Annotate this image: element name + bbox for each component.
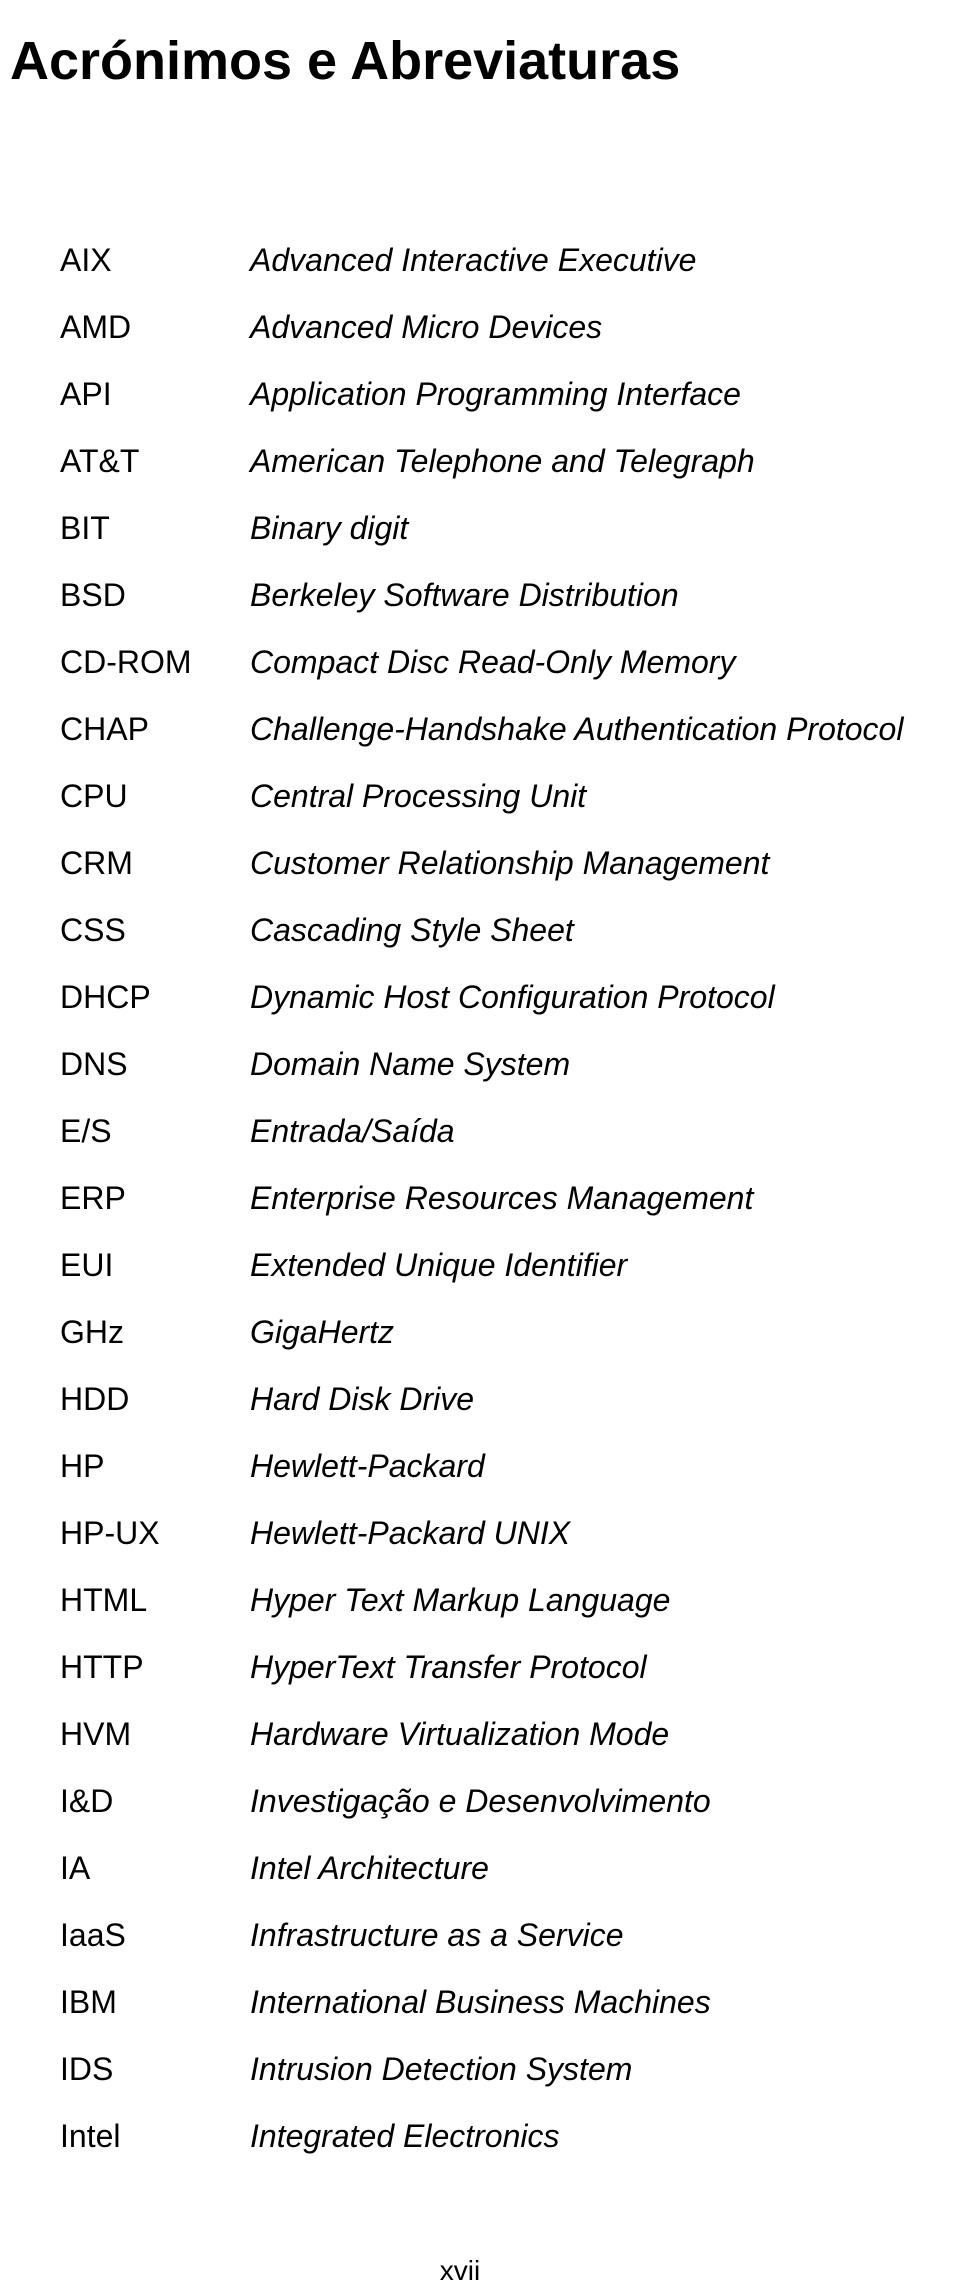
acronym-definition: Challenge-Handshake Authentication Proto… xyxy=(250,711,903,748)
acronym-definition: GigaHertz xyxy=(250,1314,394,1351)
acronym-list: AIXAdvanced Interactive ExecutiveAMDAdva… xyxy=(10,242,960,2155)
acronym-row: E/SEntrada/Saída xyxy=(60,1113,960,1150)
acronym-row: CPUCentral Processing Unit xyxy=(60,778,960,815)
acronym-row: CHAPChallenge-Handshake Authentication P… xyxy=(60,711,960,748)
acronym-definition: Dynamic Host Configuration Protocol xyxy=(250,979,775,1016)
acronym-row: AIXAdvanced Interactive Executive xyxy=(60,242,960,279)
acronym-term: IBM xyxy=(60,1984,250,2021)
acronym-definition: Compact Disc Read-Only Memory xyxy=(250,644,735,681)
acronym-term: HTML xyxy=(60,1582,250,1619)
acronym-term: IDS xyxy=(60,2051,250,2088)
acronym-row: BSDBerkeley Software Distribution xyxy=(60,577,960,614)
acronym-term: HP-UX xyxy=(60,1515,250,1552)
page-number: xvii xyxy=(10,2255,960,2287)
acronym-definition: Application Programming Interface xyxy=(250,376,741,413)
acronym-term: I&D xyxy=(60,1783,250,1820)
acronym-term: AIX xyxy=(60,242,250,279)
acronym-term: E/S xyxy=(60,1113,250,1150)
acronym-definition: Hyper Text Markup Language xyxy=(250,1582,670,1619)
acronym-term: HVM xyxy=(60,1716,250,1753)
acronym-definition: Binary digit xyxy=(250,510,408,547)
acronym-row: DNSDomain Name System xyxy=(60,1046,960,1083)
acronym-definition: Intel Architecture xyxy=(250,1850,489,1887)
acronym-definition: Extended Unique Identifier xyxy=(250,1247,627,1284)
acronym-term: CHAP xyxy=(60,711,250,748)
acronym-definition: Entrada/Saída xyxy=(250,1113,455,1150)
acronym-term: API xyxy=(60,376,250,413)
acronym-row: DHCPDynamic Host Configuration Protocol xyxy=(60,979,960,1016)
acronym-definition: Hewlett-Packard UNIX xyxy=(250,1515,570,1552)
acronym-definition: Intrusion Detection System xyxy=(250,2051,632,2088)
acronym-term: AMD xyxy=(60,309,250,346)
acronym-row: IAIntel Architecture xyxy=(60,1850,960,1887)
acronym-definition: Enterprise Resources Management xyxy=(250,1180,753,1217)
acronym-definition: Hard Disk Drive xyxy=(250,1381,474,1418)
acronym-term: CRM xyxy=(60,845,250,882)
acronym-term: BSD xyxy=(60,577,250,614)
acronym-term: EUI xyxy=(60,1247,250,1284)
acronym-definition: Advanced Micro Devices xyxy=(250,309,602,346)
acronym-row: HP-UXHewlett-Packard UNIX xyxy=(60,1515,960,1552)
acronym-term: HDD xyxy=(60,1381,250,1418)
page-title: Acrónimos e Abreviaturas xyxy=(10,30,960,92)
acronym-definition: Hewlett-Packard xyxy=(250,1448,485,1485)
acronym-definition: Investigação e Desenvolvimento xyxy=(250,1783,711,1820)
acronym-row: HDDHard Disk Drive xyxy=(60,1381,960,1418)
acronym-row: HTTPHyperText Transfer Protocol xyxy=(60,1649,960,1686)
acronym-term: IaaS xyxy=(60,1917,250,1954)
acronym-definition: Advanced Interactive Executive xyxy=(250,242,696,279)
acronym-row: EUIExtended Unique Identifier xyxy=(60,1247,960,1284)
acronym-term: DHCP xyxy=(60,979,250,1016)
acronym-row: IDSIntrusion Detection System xyxy=(60,2051,960,2088)
acronym-definition: Berkeley Software Distribution xyxy=(250,577,679,614)
acronym-term: IA xyxy=(60,1850,250,1887)
acronym-definition: Cascading Style Sheet xyxy=(250,912,574,949)
acronym-term: DNS xyxy=(60,1046,250,1083)
acronym-term: BIT xyxy=(60,510,250,547)
acronym-row: HVMHardware Virtualization Mode xyxy=(60,1716,960,1753)
acronym-row: GHzGigaHertz xyxy=(60,1314,960,1351)
acronym-term: CD-ROM xyxy=(60,644,250,681)
acronym-row: HTMLHyper Text Markup Language xyxy=(60,1582,960,1619)
acronym-row: APIApplication Programming Interface xyxy=(60,376,960,413)
acronym-definition: American Telephone and Telegraph xyxy=(250,443,755,480)
acronym-row: AMDAdvanced Micro Devices xyxy=(60,309,960,346)
acronym-definition: HyperText Transfer Protocol xyxy=(250,1649,647,1686)
acronym-row: CD-ROMCompact Disc Read-Only Memory xyxy=(60,644,960,681)
acronym-term: CPU xyxy=(60,778,250,815)
acronym-definition: Hardware Virtualization Mode xyxy=(250,1716,669,1753)
acronym-definition: Customer Relationship Management xyxy=(250,845,769,882)
acronym-definition: International Business Machines xyxy=(250,1984,711,2021)
acronym-term: HP xyxy=(60,1448,250,1485)
acronym-row: IBMInternational Business Machines xyxy=(60,1984,960,2021)
acronym-row: ERPEnterprise Resources Management xyxy=(60,1180,960,1217)
acronym-row: AT&TAmerican Telephone and Telegraph xyxy=(60,443,960,480)
acronym-row: CSSCascading Style Sheet xyxy=(60,912,960,949)
acronym-term: AT&T xyxy=(60,443,250,480)
acronym-term: CSS xyxy=(60,912,250,949)
acronym-row: CRMCustomer Relationship Management xyxy=(60,845,960,882)
acronym-definition: Central Processing Unit xyxy=(250,778,586,815)
acronym-term: HTTP xyxy=(60,1649,250,1686)
acronym-row: BITBinary digit xyxy=(60,510,960,547)
acronym-row: HPHewlett-Packard xyxy=(60,1448,960,1485)
acronym-row: IaaSInfrastructure as a Service xyxy=(60,1917,960,1954)
acronym-term: ERP xyxy=(60,1180,250,1217)
acronym-definition: Infrastructure as a Service xyxy=(250,1917,623,1954)
acronym-definition: Domain Name System xyxy=(250,1046,570,1083)
acronym-term: GHz xyxy=(60,1314,250,1351)
acronym-row: I&DInvestigação e Desenvolvimento xyxy=(60,1783,960,1820)
